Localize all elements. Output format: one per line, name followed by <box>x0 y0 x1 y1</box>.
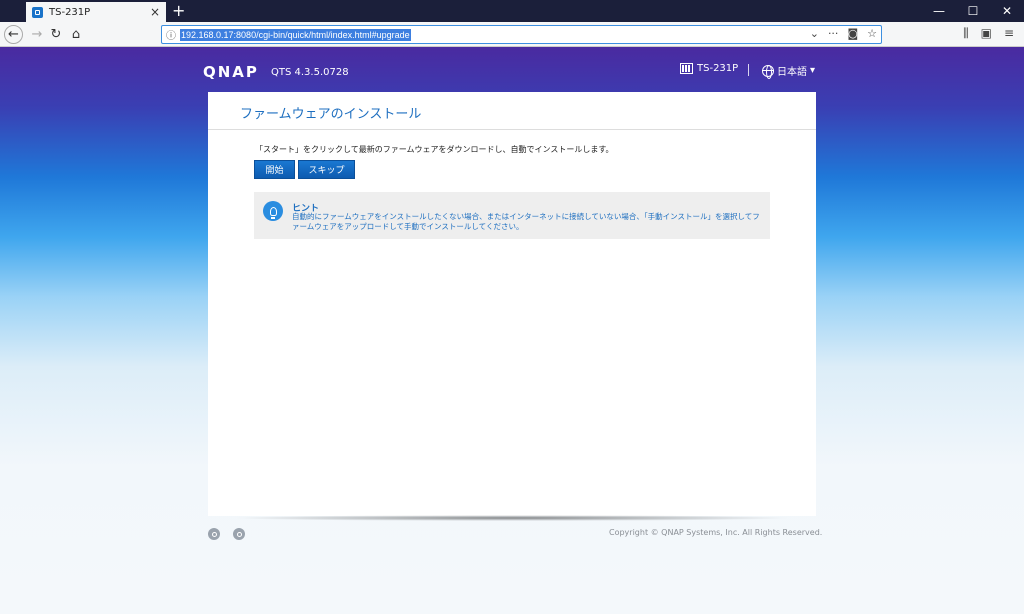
minimize-button[interactable]: — <box>922 0 956 22</box>
tab-title: TS-231P <box>49 6 91 18</box>
new-tab-button[interactable]: + <box>172 1 185 20</box>
page-background: QNAP QTS 4.3.5.0728 TS-231P 日本語 ▾ ファームウェ… <box>0 47 1024 614</box>
home-button[interactable]: ⌂ <box>66 25 86 44</box>
address-bar[interactable]: ⓘ 192.168.0.17:8080/cgi-bin/quick/html/i… <box>161 25 882 44</box>
qnap-favicon-icon <box>32 6 43 18</box>
lightbulb-icon <box>263 201 283 221</box>
sidebar-icon[interactable]: ▣ <box>981 26 992 41</box>
restart-icon[interactable] <box>233 528 245 540</box>
menu-icon[interactable]: ≡ <box>1004 26 1014 41</box>
pocket-icon[interactable]: ◙ <box>847 27 858 40</box>
copyright-text: Copyright © QNAP Systems, Inc. All Right… <box>609 528 823 537</box>
back-button[interactable]: ← <box>4 25 23 44</box>
hint-box: ヒント 自動的にファームウェアをインストールしたくない場合、またはインターネット… <box>254 192 770 239</box>
nas-device-icon <box>680 63 693 74</box>
site-info-icon[interactable]: ⓘ <box>162 27 180 42</box>
close-window-button[interactable]: ✕ <box>990 0 1024 22</box>
page-actions-icon[interactable]: ··· <box>828 27 839 40</box>
maximize-button[interactable]: ☐ <box>956 0 990 22</box>
qts-version: QTS 4.3.5.0728 <box>271 67 349 78</box>
power-icon[interactable] <box>208 528 220 540</box>
language-label: 日本語 <box>777 67 807 78</box>
forward-button[interactable]: → <box>27 25 47 44</box>
device-name: TS-231P <box>697 63 739 74</box>
qnap-logo: QNAP <box>203 63 259 81</box>
hint-body: 自動的にファームウェアをインストールしたくない場合、またはインターネットに接続し… <box>292 212 760 231</box>
url-text[interactable]: 192.168.0.17:8080/cgi-bin/quick/html/ind… <box>180 28 411 41</box>
panel-shadow <box>232 515 792 521</box>
chevron-down-icon: ▾ <box>810 65 816 76</box>
url-dropdown-icon[interactable]: ⌄ <box>810 27 819 40</box>
bookmark-star-icon[interactable]: ☆ <box>867 27 877 40</box>
browser-tab[interactable]: TS-231P × <box>26 2 166 22</box>
firmware-install-panel: ファームウェアのインストール 「スタート」をクリックして最新のファームウェアをダ… <box>208 92 816 516</box>
install-description: 「スタート」をクリックして最新のファームウェアをダウンロードし、自動でインストー… <box>255 145 614 154</box>
window-controls: — ☐ ✕ <box>922 0 1024 22</box>
globe-icon <box>762 64 774 79</box>
reload-button[interactable]: ↻ <box>46 25 66 44</box>
header-divider <box>748 64 749 76</box>
browser-navbar: ← → ↻ ⌂ ⓘ 192.168.0.17:8080/cgi-bin/quic… <box>0 22 1024 47</box>
language-selector[interactable]: 日本語 ▾ <box>762 63 816 79</box>
start-button[interactable]: 開始 <box>254 160 295 179</box>
browser-titlebar: TS-231P × + — ☐ ✕ <box>0 0 1024 22</box>
skip-button[interactable]: スキップ <box>298 160 355 179</box>
device-info: TS-231P <box>680 63 738 74</box>
tab-close-icon[interactable]: × <box>150 5 160 19</box>
library-icon[interactable]: ⫼ <box>963 26 969 41</box>
panel-title: ファームウェアのインストール <box>208 92 816 130</box>
